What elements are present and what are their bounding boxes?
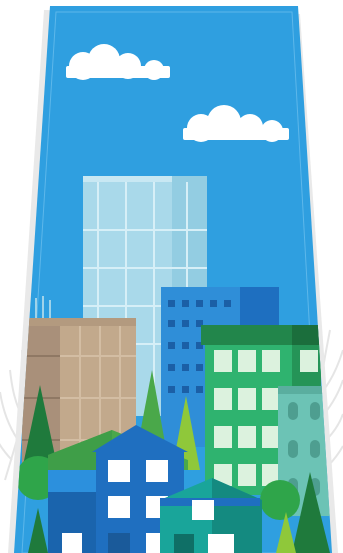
city-skyline-illustration <box>0 6 343 553</box>
